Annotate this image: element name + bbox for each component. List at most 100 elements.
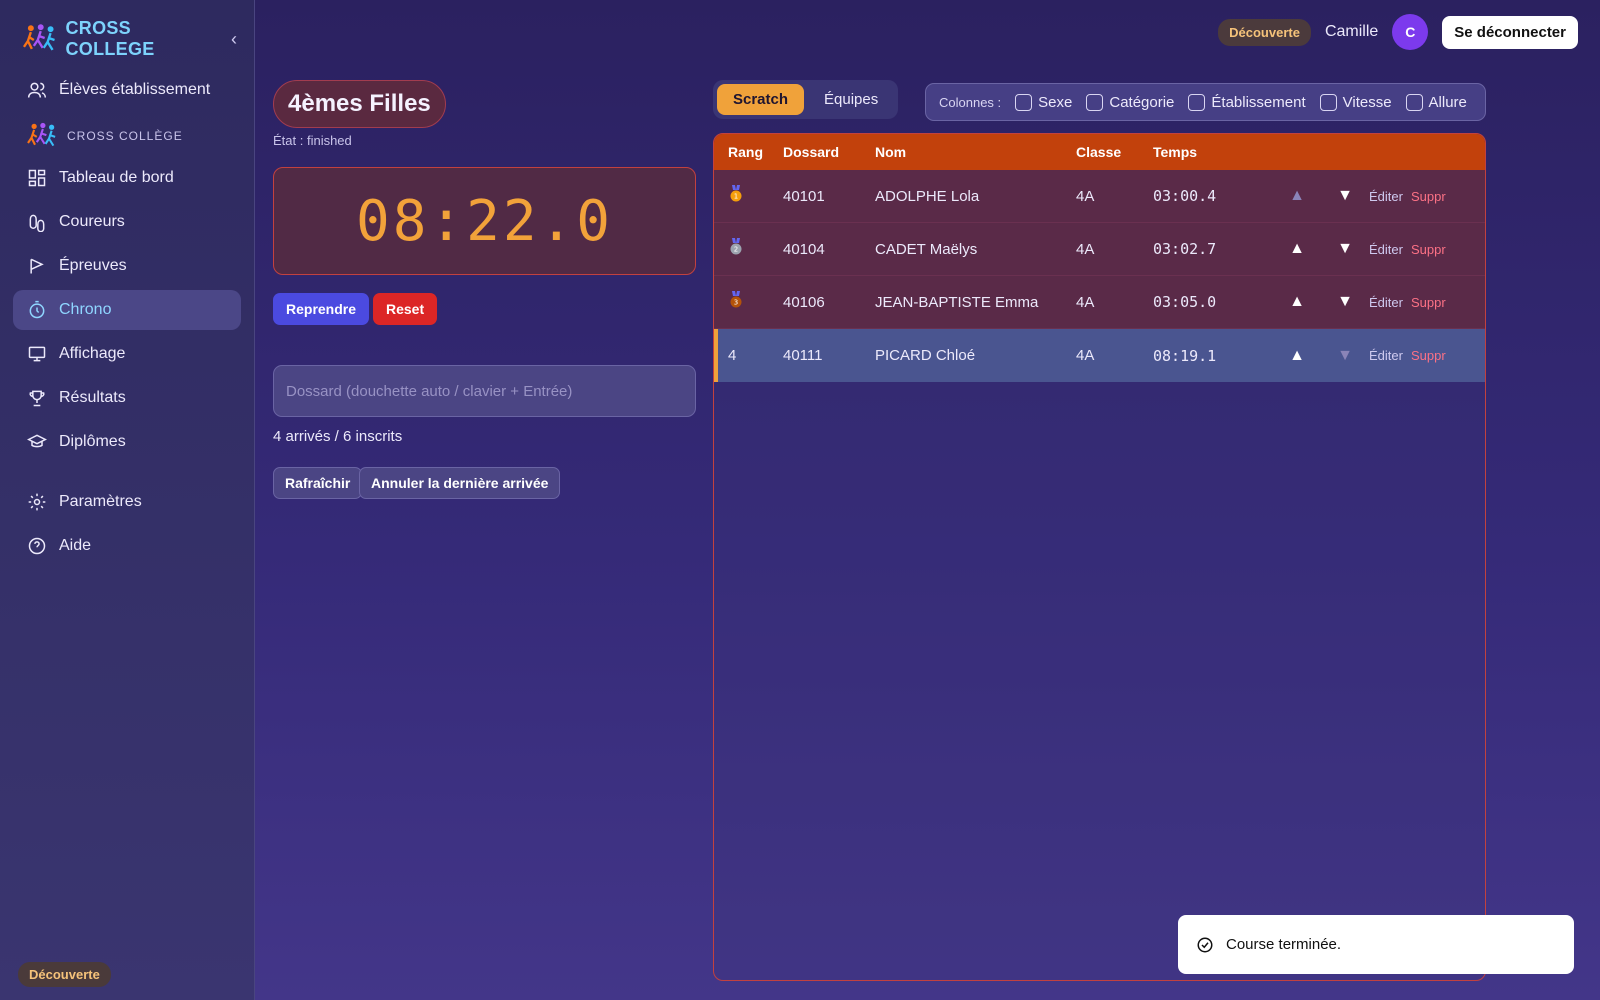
bib-input[interactable] [273, 365, 696, 417]
race-title: 4èmes Filles [273, 80, 446, 128]
sidebar-section-label: CROSS COLLÈGE [67, 129, 183, 143]
sidebar-section-cross: CROSS COLLÈGE [13, 116, 241, 156]
column-toggle-sexe[interactable]: Sexe [1015, 93, 1073, 111]
move-down-button[interactable]: ▼ [1321, 293, 1369, 311]
resume-button[interactable]: Reprendre [273, 293, 370, 325]
class-cell: 4A [1076, 187, 1095, 205]
time-cell: 03:05.0 [1153, 293, 1217, 311]
sidebar-item-label: Tableau de bord [59, 169, 174, 186]
sidebar-item-label: Affichage [59, 345, 126, 362]
flag-icon [30, 258, 44, 274]
sidebar-item-dashboard[interactable]: Tableau de bord [13, 158, 241, 198]
sidebar-item-aide[interactable]: Aide [13, 526, 241, 566]
move-up-button[interactable]: ▲ [1273, 347, 1321, 365]
results-table: Rang Dossard Nom Classe Temps 1 40101 AD… [713, 133, 1486, 981]
logout-button[interactable]: Se déconnecter [1442, 15, 1578, 49]
delete-button[interactable]: Suppr [1411, 189, 1451, 204]
plan-badge: Découverte [18, 962, 111, 987]
gear-icon [28, 493, 46, 511]
arrow-down-icon: ▼ [1337, 293, 1353, 310]
column-toggle-allure[interactable]: Allure [1405, 93, 1467, 111]
time-cell: 03:00.4 [1153, 187, 1217, 205]
sidebar-item-label: Chrono [59, 301, 112, 318]
column-toggle-vitesse[interactable]: Vitesse [1319, 93, 1392, 111]
table-row[interactable]: 4 40111 PICARD Chloé 4A 08:19.1 ▲ ▼ Édit… [714, 329, 1485, 382]
sidebar-item-coureurs[interactable]: Coureurs [13, 202, 241, 242]
tab-equipes[interactable]: Équipes [808, 84, 894, 115]
checkbox[interactable] [1015, 93, 1033, 111]
checkbox-label: Catégorie [1109, 93, 1175, 111]
column-header-dossard: Dossard [783, 144, 840, 160]
username: Camille [1324, 23, 1379, 40]
brand[interactable]: CROSS COLLEGE ‹ [22, 18, 237, 60]
arrow-up-icon: ▲ [1289, 240, 1305, 257]
rank-cell: 2 [714, 238, 783, 260]
graduation-cap-icon [27, 434, 47, 448]
dashboard-icon [28, 169, 46, 187]
name-cell: ADOLPHE Lola [875, 187, 980, 205]
time-cell: 08:19.1 [1153, 346, 1217, 365]
sidebar-item-label: Épreuves [59, 257, 127, 274]
undo-last-arrival-button[interactable]: Annuler la dernière arrivée [359, 467, 561, 499]
checkbox[interactable] [1086, 93, 1104, 111]
column-selector: Colonnes : Sexe Catégorie Établissement … [925, 83, 1486, 121]
tab-scratch[interactable]: Scratch [717, 84, 805, 115]
svg-text:2: 2 [734, 246, 738, 254]
checkbox[interactable] [1188, 93, 1206, 111]
name-cell: CADET Maëlys [875, 240, 978, 258]
arrow-up-icon: ▲ [1289, 293, 1305, 310]
checkbox[interactable] [1319, 93, 1337, 111]
table-row[interactable]: 2 40104 CADET Maëlys 4A 03:02.7 ▲ ▼ Édit… [714, 223, 1485, 276]
checkbox-label: Sexe [1038, 93, 1073, 111]
move-down-button[interactable]: ▼ [1321, 347, 1369, 365]
sidebar-item-affichage[interactable]: Affichage [13, 334, 241, 374]
monitor-icon [28, 346, 46, 362]
move-down-button[interactable]: ▼ [1321, 240, 1369, 258]
columns-label: Colonnes : [939, 94, 1002, 110]
column-toggle-etablissement[interactable]: Établissement [1188, 93, 1306, 111]
name-cell: JEAN-BAPTISTE Emma [875, 293, 1039, 311]
sidebar-item-epreuves[interactable]: Épreuves [13, 246, 241, 286]
sidebar-item-resultats[interactable]: Résultats [13, 378, 241, 418]
users-icon [27, 82, 47, 98]
column-header-rang: Rang [728, 144, 763, 160]
move-up-button[interactable]: ▲ [1273, 187, 1321, 205]
table-row[interactable]: 3 40106 JEAN-BAPTISTE Emma 4A 03:05.0 ▲ … [714, 276, 1485, 329]
gold-medal-icon: 1 [730, 185, 742, 202]
sidebar-item-chrono[interactable]: Chrono [13, 290, 241, 330]
move-up-button[interactable]: ▲ [1273, 240, 1321, 258]
arrow-down-icon: ▼ [1337, 187, 1353, 204]
avatar[interactable]: C [1392, 14, 1429, 50]
sidebar-item-diplomes[interactable]: Diplômes [13, 422, 241, 462]
edit-button[interactable]: Éditer [1369, 348, 1411, 363]
column-header-classe: Classe [1076, 144, 1122, 160]
move-up-button[interactable]: ▲ [1273, 293, 1321, 311]
sidebar-item-eleves[interactable]: Élèves établissement [13, 70, 241, 110]
sidebar-item-parametres[interactable]: Paramètres [13, 482, 241, 522]
edit-button[interactable]: Éditer [1369, 242, 1411, 257]
plan-badge: Découverte [1218, 18, 1311, 46]
table-row[interactable]: 1 40101 ADOLPHE Lola 4A 03:00.4 ▲ ▼ Édit… [714, 170, 1485, 223]
topbar: Découverte Camille C Se déconnecter [1218, 14, 1578, 50]
runners-logo-icon [22, 24, 55, 51]
move-down-button[interactable]: ▼ [1321, 187, 1369, 205]
edit-button[interactable]: Éditer [1369, 189, 1411, 204]
runners-logo-icon [27, 122, 56, 147]
reset-button[interactable]: Reset [373, 293, 438, 325]
delete-button[interactable]: Suppr [1411, 348, 1451, 363]
checkbox[interactable] [1405, 93, 1423, 111]
class-cell: 4A [1076, 347, 1095, 364]
edit-button[interactable]: Éditer [1369, 295, 1411, 310]
delete-button[interactable]: Suppr [1411, 242, 1451, 257]
arrow-up-icon: ▲ [1289, 187, 1305, 204]
column-toggle-categorie[interactable]: Catégorie [1086, 93, 1175, 111]
arrow-down-icon: ▼ [1337, 346, 1353, 364]
race-state: État : finished [273, 133, 352, 148]
arrow-up-icon: ▲ [1289, 346, 1305, 364]
sidebar-item-label: Résultats [59, 389, 126, 406]
delete-button[interactable]: Suppr [1411, 295, 1451, 310]
collapse-sidebar-icon[interactable]: ‹ [231, 29, 237, 50]
refresh-button[interactable]: Rafraîchir [273, 467, 363, 499]
sidebar-item-label: Coureurs [59, 213, 125, 230]
